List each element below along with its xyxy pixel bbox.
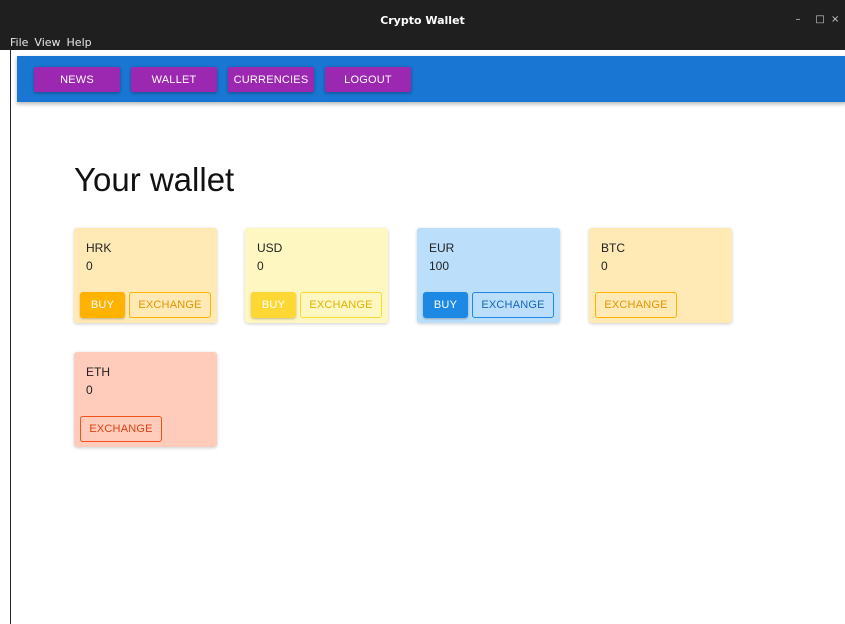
currency-name: USD: [257, 241, 283, 255]
menu-help[interactable]: Help: [67, 36, 92, 49]
app-bar: NEWS WALLET CURRENCIES LOGOUT: [17, 56, 845, 102]
wallet-card-hrk: HRK 0 BUY EXCHANGE: [74, 228, 217, 323]
nav-currencies-button[interactable]: CURRENCIES: [228, 67, 314, 92]
menu-bar: File View Help: [10, 36, 98, 49]
exchange-button[interactable]: EXCHANGE: [595, 292, 677, 318]
nav-wallet-button[interactable]: WALLET: [131, 67, 217, 92]
wallet-card-btc: BTC 0 EXCHANGE: [589, 228, 732, 323]
buy-button[interactable]: BUY: [80, 292, 125, 318]
currency-amount: 100: [429, 259, 450, 273]
currency-name: BTC: [601, 241, 625, 255]
window-title: Crypto Wallet: [380, 14, 465, 27]
wallet-card-eur: EUR 100 BUY EXCHANGE: [417, 228, 560, 323]
close-icon[interactable]: ×: [831, 14, 845, 26]
buy-button[interactable]: BUY: [423, 292, 468, 318]
currency-name: EUR: [429, 241, 455, 255]
currency-amount: 0: [257, 259, 264, 273]
exchange-button[interactable]: EXCHANGE: [472, 292, 554, 318]
nav-news-button[interactable]: NEWS: [34, 67, 120, 92]
currency-amount: 0: [86, 383, 93, 397]
buy-button[interactable]: BUY: [251, 292, 296, 318]
currency-name: HRK: [86, 241, 112, 255]
menu-file[interactable]: File: [10, 36, 28, 49]
maximize-icon[interactable]: □: [809, 14, 831, 26]
window-controls: – □ ×: [787, 14, 845, 26]
currency-name: ETH: [86, 365, 110, 379]
nav-logout-button[interactable]: LOGOUT: [325, 67, 411, 92]
exchange-button[interactable]: EXCHANGE: [129, 292, 211, 318]
currency-amount: 0: [86, 259, 93, 273]
wallet-card-eth: ETH 0 EXCHANGE: [74, 352, 217, 447]
page-title: Your wallet: [74, 161, 235, 198]
wallet-card-usd: USD 0 BUY EXCHANGE: [245, 228, 388, 323]
window-titlebar: Crypto Wallet – □ × File View Help: [0, 0, 845, 50]
currency-amount: 0: [601, 259, 608, 273]
menu-view[interactable]: View: [34, 36, 60, 49]
exchange-button[interactable]: EXCHANGE: [300, 292, 382, 318]
app-content: NEWS WALLET CURRENCIES LOGOUT Your walle…: [10, 50, 845, 624]
exchange-button[interactable]: EXCHANGE: [80, 416, 162, 442]
minimize-icon[interactable]: –: [787, 14, 809, 26]
